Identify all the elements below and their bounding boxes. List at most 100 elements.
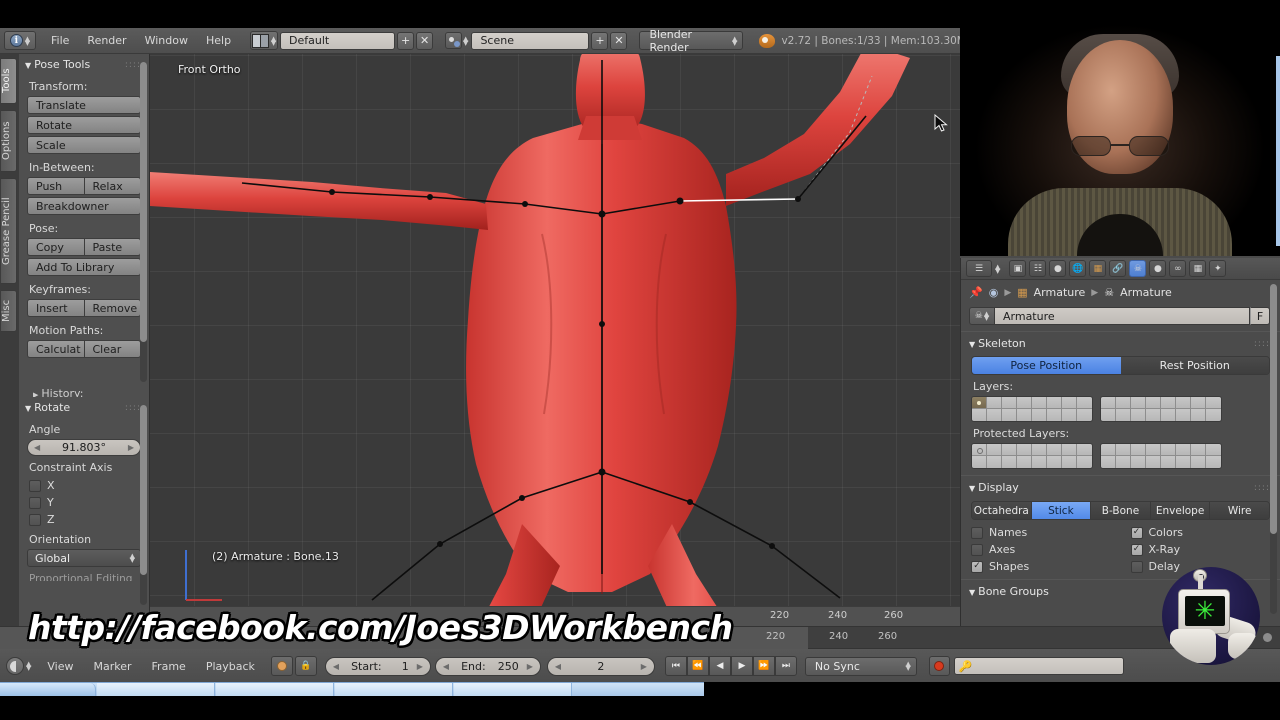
xray-checkbox[interactable]: ✓: [1130, 543, 1143, 556]
protected-layer-button[interactable]: [1206, 444, 1221, 456]
constraint-axis-y-row[interactable]: Y: [19, 494, 149, 511]
windows-taskbar[interactable]: [0, 682, 1280, 720]
layer-button[interactable]: [1131, 397, 1146, 409]
armature-datablock-field[interactable]: ☠ ▲ ▼ Armature F: [969, 307, 1270, 325]
layer-button[interactable]: [1017, 397, 1032, 409]
auto-keyframe-icon[interactable]: [270, 656, 293, 676]
layer-button[interactable]: [1032, 409, 1047, 421]
layer-button[interactable]: [1176, 397, 1191, 409]
copy-pose-button[interactable]: Copy: [27, 238, 84, 256]
constraint-z-checkbox[interactable]: [29, 513, 41, 526]
jump-start-icon[interactable]: ⏮: [664, 656, 687, 676]
calculate-paths-button[interactable]: Calculat: [27, 340, 84, 358]
keying-set-field[interactable]: 🔑: [953, 657, 1124, 675]
sidebar-item-tools[interactable]: Tools: [1, 58, 17, 104]
timeline-menu-marker[interactable]: Marker: [84, 660, 142, 673]
axes-checkbox[interactable]: [971, 543, 983, 556]
constraints-icon[interactable]: 🔗: [1109, 260, 1127, 277]
protected-layer-button[interactable]: [1077, 456, 1092, 468]
pose-tools-panel-header[interactable]: ▼ Pose Tools ::::: [19, 54, 149, 75]
xray-option-row[interactable]: ✓ X-Ray: [1121, 541, 1280, 558]
add-to-library-button[interactable]: Add To Library: [27, 258, 141, 276]
play-reverse-icon[interactable]: ◀: [708, 656, 731, 676]
layer-button[interactable]: [1017, 409, 1032, 421]
push-button[interactable]: Push: [27, 177, 84, 195]
layer-button[interactable]: [1191, 409, 1206, 421]
jump-end-icon[interactable]: ⏭: [774, 656, 797, 676]
world-icon[interactable]: 🌐: [1069, 260, 1087, 277]
protected-layer-button[interactable]: [1032, 456, 1047, 468]
screen-layout-icon[interactable]: ▲ ▼: [250, 31, 279, 50]
menu-window[interactable]: Window: [136, 32, 197, 50]
stick-display-button[interactable]: Stick: [1031, 502, 1092, 519]
shapes-option-row[interactable]: ✓ Shapes: [961, 558, 1121, 575]
skeleton-section-header[interactable]: ▼ Skeleton ::::: [961, 331, 1280, 354]
scene-name-field[interactable]: Scene: [471, 31, 590, 50]
layer-button[interactable]: [1047, 409, 1062, 421]
toolshelf-scrollbar[interactable]: [140, 62, 147, 382]
layer-button[interactable]: [1146, 397, 1161, 409]
protected-layer-button[interactable]: [1032, 444, 1047, 456]
scene-browse-icon[interactable]: ◉: [989, 286, 999, 299]
delay-checkbox[interactable]: [1130, 560, 1143, 573]
protected-layer-button[interactable]: [1161, 444, 1176, 456]
protected-layer-button[interactable]: [1176, 444, 1191, 456]
taskbar-item[interactable]: [335, 683, 453, 696]
protected-layer-button[interactable]: [1191, 444, 1206, 456]
taskbar-item[interactable]: [216, 683, 334, 696]
scale-button[interactable]: Scale: [27, 136, 141, 154]
protected-layer-button[interactable]: [1161, 456, 1176, 468]
axes-option-row[interactable]: Axes: [961, 541, 1121, 558]
sidebar-item-options[interactable]: Options: [1, 110, 17, 172]
taskbar-start-button[interactable]: [0, 683, 96, 696]
history-panel-header[interactable]: ▶ History:: [33, 387, 83, 397]
object-icon[interactable]: ▦: [1089, 260, 1107, 277]
layer-button[interactable]: [1047, 397, 1062, 409]
protected-layer-button[interactable]: [987, 456, 1002, 468]
add-scene-button[interactable]: +: [591, 31, 609, 50]
protected-layer-button[interactable]: [1146, 444, 1161, 456]
protected-layer-button[interactable]: [1077, 444, 1092, 456]
properties-editor-icon[interactable]: ☰: [966, 260, 992, 277]
layer-button[interactable]: [1131, 409, 1146, 421]
decrease-arrow-icon[interactable]: ◀: [34, 443, 40, 452]
breadcrumb-data-name[interactable]: Armature: [1120, 286, 1172, 299]
scene-icon[interactable]: ●: [1049, 260, 1067, 277]
rotate-panel-scrollbar[interactable]: [140, 405, 147, 605]
paste-pose-button[interactable]: Paste: [83, 238, 141, 256]
physics-icon[interactable]: ✦: [1209, 260, 1227, 277]
layer-button[interactable]: [1161, 397, 1176, 409]
display-section-header[interactable]: ▼ Display ::::: [961, 475, 1280, 498]
protected-layer-button[interactable]: [1062, 444, 1077, 456]
protected-layer-button[interactable]: [1146, 456, 1161, 468]
play-icon[interactable]: ▶: [730, 656, 753, 676]
current-frame-field[interactable]: ◀ 2 ▶: [546, 656, 655, 676]
lock-icon[interactable]: 🔒: [294, 656, 317, 676]
wire-display-button[interactable]: Wire: [1210, 502, 1269, 519]
sidebar-item-grease-pencil[interactable]: Grease Pencil: [1, 178, 17, 284]
increase-arrow-icon[interactable]: ▶: [128, 443, 134, 452]
render-engine-dropdown[interactable]: Blender Render ▲ ▼: [639, 28, 744, 54]
breakdowner-button[interactable]: Breakdowner: [27, 197, 141, 215]
layer-button[interactable]: [1101, 397, 1116, 409]
protected-layer-button[interactable]: [1101, 444, 1116, 456]
menu-help[interactable]: Help: [197, 32, 240, 50]
constraint-axis-z-row[interactable]: Z: [19, 511, 149, 528]
timeline-editor-icon[interactable]: ▲ ▼: [6, 657, 31, 675]
render-layers-icon[interactable]: ☷: [1029, 260, 1047, 277]
layer-button[interactable]: [1116, 409, 1131, 421]
layer-button[interactable]: [1077, 397, 1092, 409]
protected-layer-button[interactable]: [1191, 456, 1206, 468]
add-screen-layout-button[interactable]: +: [397, 31, 415, 50]
armature-name-input[interactable]: Armature: [995, 307, 1250, 325]
pose-position-button[interactable]: Pose Position: [972, 357, 1121, 374]
protected-layer-button[interactable]: [1116, 456, 1131, 468]
protected-layer-button[interactable]: [972, 444, 987, 456]
bbone-display-button[interactable]: B-Bone: [1091, 502, 1151, 519]
menu-file[interactable]: File: [42, 32, 78, 50]
layer-button[interactable]: [1062, 397, 1077, 409]
layer-button[interactable]: [972, 397, 987, 409]
rotate-panel-header[interactable]: ▼ Rotate ::::: [19, 397, 149, 418]
protected-layer-button[interactable]: [1047, 456, 1062, 468]
scene-browse-icon[interactable]: [445, 32, 463, 49]
